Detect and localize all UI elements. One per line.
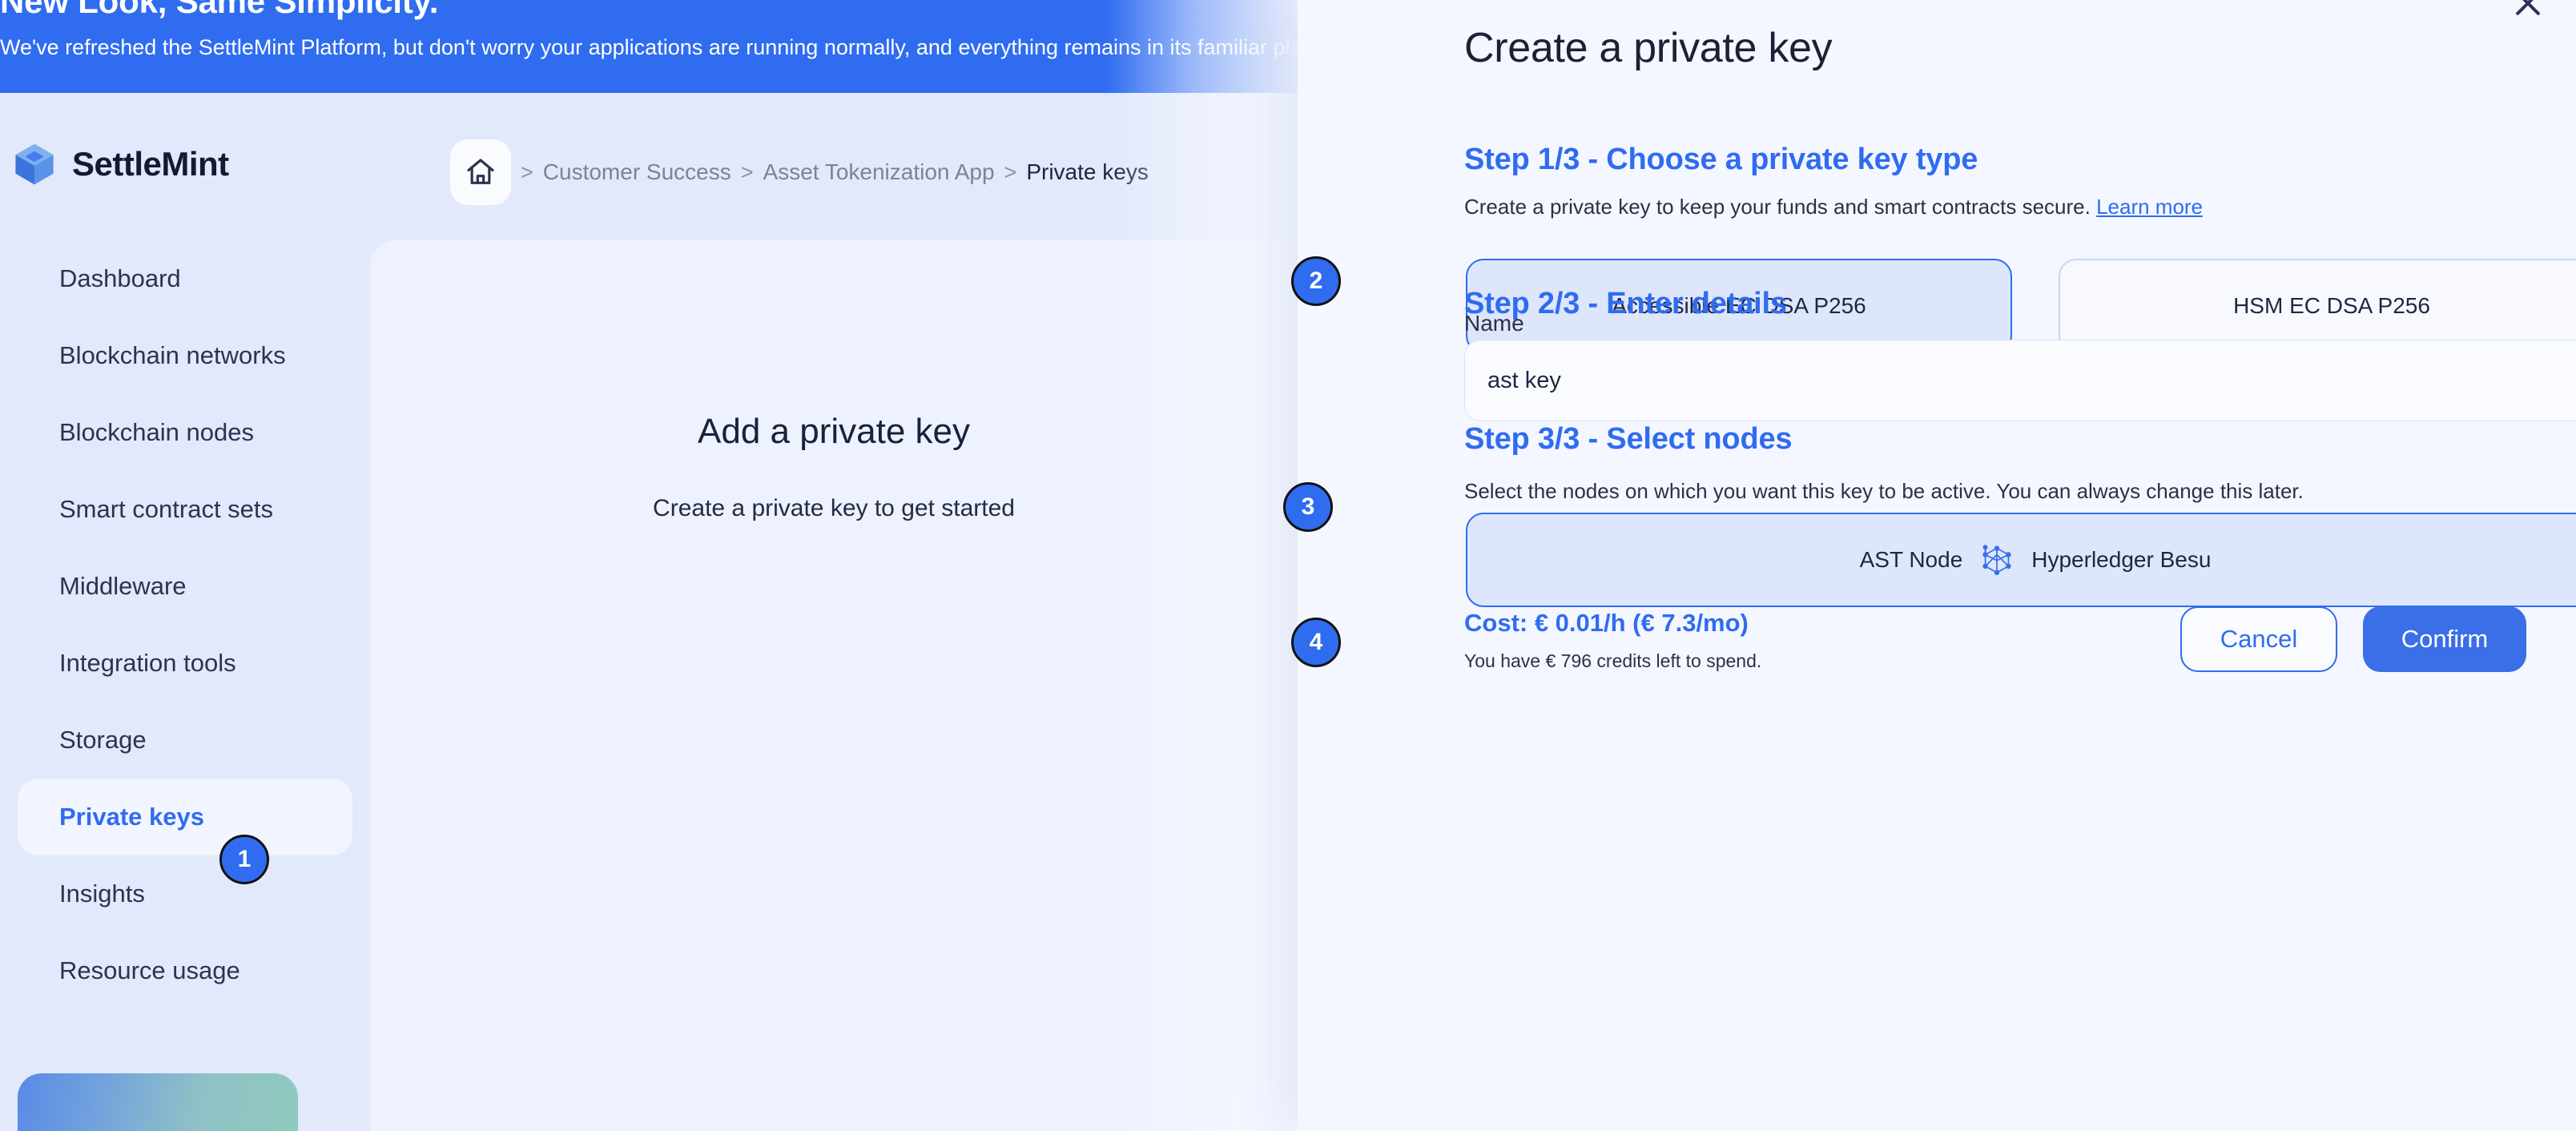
banner-subtitle: We've refreshed the SettleMint Platform,…	[0, 35, 1298, 59]
sidebar-item-label: Insights	[59, 879, 145, 908]
step-marker-1: 1	[219, 835, 269, 884]
step-marker-3: 3	[1283, 482, 1333, 532]
hyperledger-besu-icon	[1980, 543, 2014, 577]
modal-title: Create a private key	[1464, 25, 1833, 71]
sidebar-item-label: Private keys	[59, 803, 204, 831]
close-icon	[2510, 0, 2546, 21]
breadcrumb-item-asset-tokenization-app[interactable]: Asset Tokenization App	[763, 159, 995, 185]
step-3-description: Select the nodes on which you want this …	[1464, 479, 2304, 503]
breadcrumb-separator: >	[740, 159, 754, 184]
sidebar-item-resource-usage[interactable]: Resource usage	[18, 932, 352, 1009]
main-content: Add a private key Create a private key t…	[370, 240, 1298, 1131]
home-icon	[465, 156, 497, 188]
breadcrumb-item-private-keys[interactable]: Private keys	[1026, 159, 1149, 185]
sidebar-item-private-keys[interactable]: Private keys	[18, 779, 352, 855]
breadcrumb: > Customer Success > Asset Tokenization …	[450, 139, 1149, 205]
brand-name: SettleMint	[72, 145, 229, 183]
sidebar-item-label: Integration tools	[59, 649, 236, 677]
sidebar-item-blockchain-nodes[interactable]: Blockchain nodes	[18, 394, 352, 471]
sidebar-item-label: Smart contract sets	[59, 495, 274, 523]
sidebar-item-label: Dashboard	[59, 264, 181, 292]
node-option-ast-node[interactable]: AST Node Hyperledger Besu	[1466, 513, 2576, 607]
breadcrumb-separator: >	[521, 159, 533, 184]
banner-title: New Look, Same Simplicity.	[0, 0, 439, 20]
brand[interactable]: SettleMint	[11, 141, 229, 187]
page-subtitle: Create a private key to get started	[653, 495, 1015, 521]
sidebar-item-integration-tools[interactable]: Integration tools	[18, 625, 352, 702]
sidebar-item-smart-contract-sets[interactable]: Smart contract sets	[18, 471, 352, 548]
sidebar-item-dashboard[interactable]: Dashboard	[18, 240, 352, 317]
name-field-label: Name	[1464, 311, 1524, 336]
confirm-button-label: Confirm	[2401, 625, 2489, 653]
step-1-description: Create a private key to keep your funds …	[1464, 195, 2203, 219]
key-type-label: HSM EC DSA P256	[2233, 293, 2430, 318]
breadcrumb-separator: >	[1004, 159, 1017, 184]
cost-label: Cost: € 0.01/h (€ 7.3/mo)	[1464, 609, 1749, 637]
sidebar-promo-card[interactable]	[18, 1073, 298, 1131]
close-button[interactable]	[2507, 0, 2549, 24]
step-1-heading: Step 1/3 - Choose a private key type	[1464, 143, 1978, 176]
sidebar-item-blockchain-networks[interactable]: Blockchain networks	[18, 317, 352, 394]
sidebar-item-label: Blockchain networks	[59, 341, 286, 369]
learn-more-link[interactable]: Learn more	[2096, 195, 2203, 219]
top-bar: SettleMint > Customer Success > Asset To…	[0, 93, 1298, 240]
confirm-button[interactable]: Confirm	[2363, 606, 2526, 672]
step-3-heading: Step 3/3 - Select nodes	[1464, 422, 1793, 456]
sidebar: Dashboard Blockchain networks Blockchain…	[0, 240, 370, 1131]
create-private-key-modal: Create a private key Step 1/3 - Choose a…	[1298, 0, 2576, 1131]
announcement-banner: New Look, Same Simplicity. We've refresh…	[0, 0, 1298, 93]
credits-label: You have € 796 credits left to spend.	[1464, 650, 1762, 671]
step-marker-4: 4	[1291, 618, 1341, 667]
sidebar-item-label: Storage	[59, 726, 147, 754]
node-protocol: Hyperledger Besu	[2031, 547, 2212, 572]
sidebar-item-middleware[interactable]: Middleware	[18, 548, 352, 625]
step-1-description-text: Create a private key to keep your funds …	[1464, 195, 2091, 219]
node-name: AST Node	[1859, 547, 1963, 572]
sidebar-item-storage[interactable]: Storage	[18, 702, 352, 779]
sidebar-item-insights[interactable]: Insights	[18, 855, 352, 932]
cancel-button[interactable]: Cancel	[2180, 606, 2337, 672]
step-marker-2: 2	[1291, 256, 1341, 306]
settlemint-cube-logo	[11, 141, 58, 187]
page-title: Add a private key	[698, 412, 970, 451]
sidebar-item-label: Middleware	[59, 572, 187, 600]
sidebar-item-label: Blockchain nodes	[59, 418, 254, 446]
app-root: New Look, Same Simplicity. We've refresh…	[0, 0, 2576, 1131]
home-button[interactable]	[450, 139, 511, 205]
cancel-button-label: Cancel	[2220, 625, 2298, 653]
name-input[interactable]	[1464, 340, 2576, 421]
sidebar-item-label: Resource usage	[59, 956, 240, 984]
breadcrumb-item-customer-success[interactable]: Customer Success	[543, 159, 731, 185]
